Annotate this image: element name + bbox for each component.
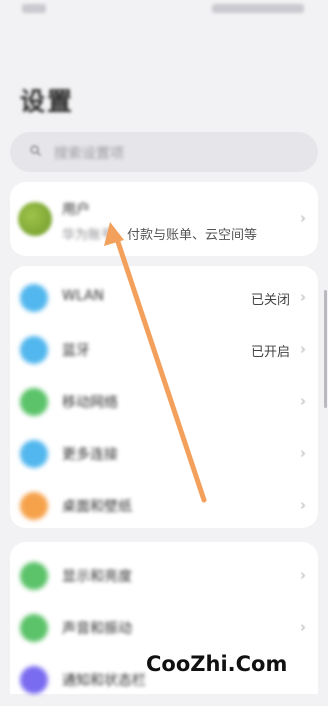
wlan-icon	[20, 284, 48, 312]
row-label: 显示和亮度	[62, 569, 132, 585]
avatar	[18, 202, 52, 236]
notification-icon	[20, 666, 48, 694]
account-card[interactable]: 用户 华为账号、付款与账单、云空间等 ›	[10, 182, 318, 256]
display-icon	[20, 562, 48, 590]
row-label: 通知和状态栏	[62, 673, 146, 689]
account-subtitle: 华为账号、付款与账单、云空间等	[62, 224, 257, 243]
chevron-right-icon: ›	[300, 618, 306, 636]
row-label: 桌面和壁纸	[62, 499, 132, 515]
chevron-right-icon: ›	[300, 444, 306, 462]
row-label: 更多连接	[62, 447, 118, 463]
chevron-right-icon: ›	[300, 209, 306, 227]
status-icons	[212, 4, 304, 13]
scrollbar[interactable]	[324, 290, 327, 408]
chevron-right-icon: ›	[300, 288, 306, 306]
status-time	[22, 4, 46, 13]
chevron-right-icon: ›	[300, 392, 306, 410]
settings-item-wlan[interactable]: WLAN 已关闭 ›	[10, 272, 318, 324]
sound-icon	[20, 614, 48, 642]
row-value: 已开启	[250, 345, 290, 360]
row-value: 已关闭	[250, 293, 290, 308]
bluetooth-icon	[20, 336, 48, 364]
row-label: 声音和振动	[62, 621, 132, 637]
row-label: WLAN	[62, 288, 105, 304]
settings-item-sound[interactable]: 声音和振动 ›	[10, 602, 318, 654]
settings-item-bluetooth[interactable]: 蓝牙 已开启 ›	[10, 324, 318, 376]
account-subtitle-blurred: 华为账号、	[62, 228, 128, 243]
chevron-right-icon: ›	[300, 566, 306, 584]
search-icon	[30, 145, 41, 156]
connectivity-group: WLAN 已关闭 › 蓝牙 已开启 › 移动网络 › 更多连接 › 桌面和壁纸 …	[10, 266, 318, 528]
row-label: 蓝牙	[62, 343, 90, 359]
account-name: 用户	[62, 202, 90, 218]
status-bar	[0, 0, 328, 22]
chevron-right-icon: ›	[300, 496, 306, 514]
search-placeholder: 搜索设置项	[54, 146, 124, 162]
page-title: 设置	[20, 87, 75, 116]
row-label: 移动网络	[62, 395, 118, 411]
settings-item-more-connections[interactable]: 更多连接 ›	[10, 428, 318, 480]
settings-item-mobile-network[interactable]: 移动网络 ›	[10, 376, 318, 428]
settings-item-display[interactable]: 显示和亮度 ›	[10, 550, 318, 602]
more-connections-icon	[20, 440, 48, 468]
search-bar[interactable]: 搜索设置项	[10, 132, 318, 172]
chevron-right-icon: ›	[300, 340, 306, 358]
mobile-network-icon	[20, 388, 48, 416]
watermark: CooZhi.Com	[146, 652, 288, 676]
account-subtitle-visible: 付款与账单、云空间等	[127, 228, 258, 243]
settings-item-desktop-wallpaper[interactable]: 桌面和壁纸 ›	[10, 480, 318, 532]
desktop-wallpaper-icon	[20, 492, 48, 520]
